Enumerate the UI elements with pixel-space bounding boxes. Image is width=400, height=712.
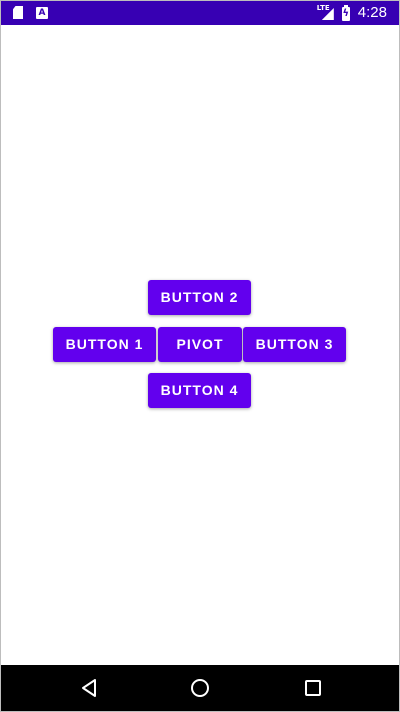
status-time: 4:28 — [357, 4, 387, 21]
charging-bolt-icon: ϟ — [342, 7, 350, 19]
recents-icon — [305, 680, 321, 696]
lte-signal-icon: LTE — [316, 4, 334, 21]
recents-button[interactable] — [283, 665, 343, 711]
navigation-bar — [1, 665, 399, 711]
button-1[interactable]: BUTTON 1 — [53, 327, 156, 362]
a-notification-icon: A — [36, 6, 48, 19]
pivot-button[interactable]: PIVOT — [158, 327, 242, 362]
button-2[interactable]: BUTTON 2 — [148, 280, 251, 315]
app-window: A LTE ϟ 4:28 BUTTON 2 BUTTON 1 PIVOT BUT… — [0, 0, 400, 712]
home-icon — [191, 679, 209, 697]
button-3[interactable]: BUTTON 3 — [243, 327, 346, 362]
button-4[interactable]: BUTTON 4 — [148, 373, 251, 408]
status-bar-left: A — [13, 6, 48, 19]
home-button[interactable] — [170, 665, 230, 711]
sd-card-icon — [13, 6, 23, 19]
status-bar-right: LTE ϟ 4:28 — [316, 4, 387, 22]
status-bar: A LTE ϟ 4:28 — [1, 1, 399, 25]
network-type-label: LTE — [316, 4, 330, 12]
back-button[interactable] — [59, 665, 119, 711]
battery-charging-icon: ϟ — [341, 4, 350, 21]
back-icon — [82, 679, 96, 697]
